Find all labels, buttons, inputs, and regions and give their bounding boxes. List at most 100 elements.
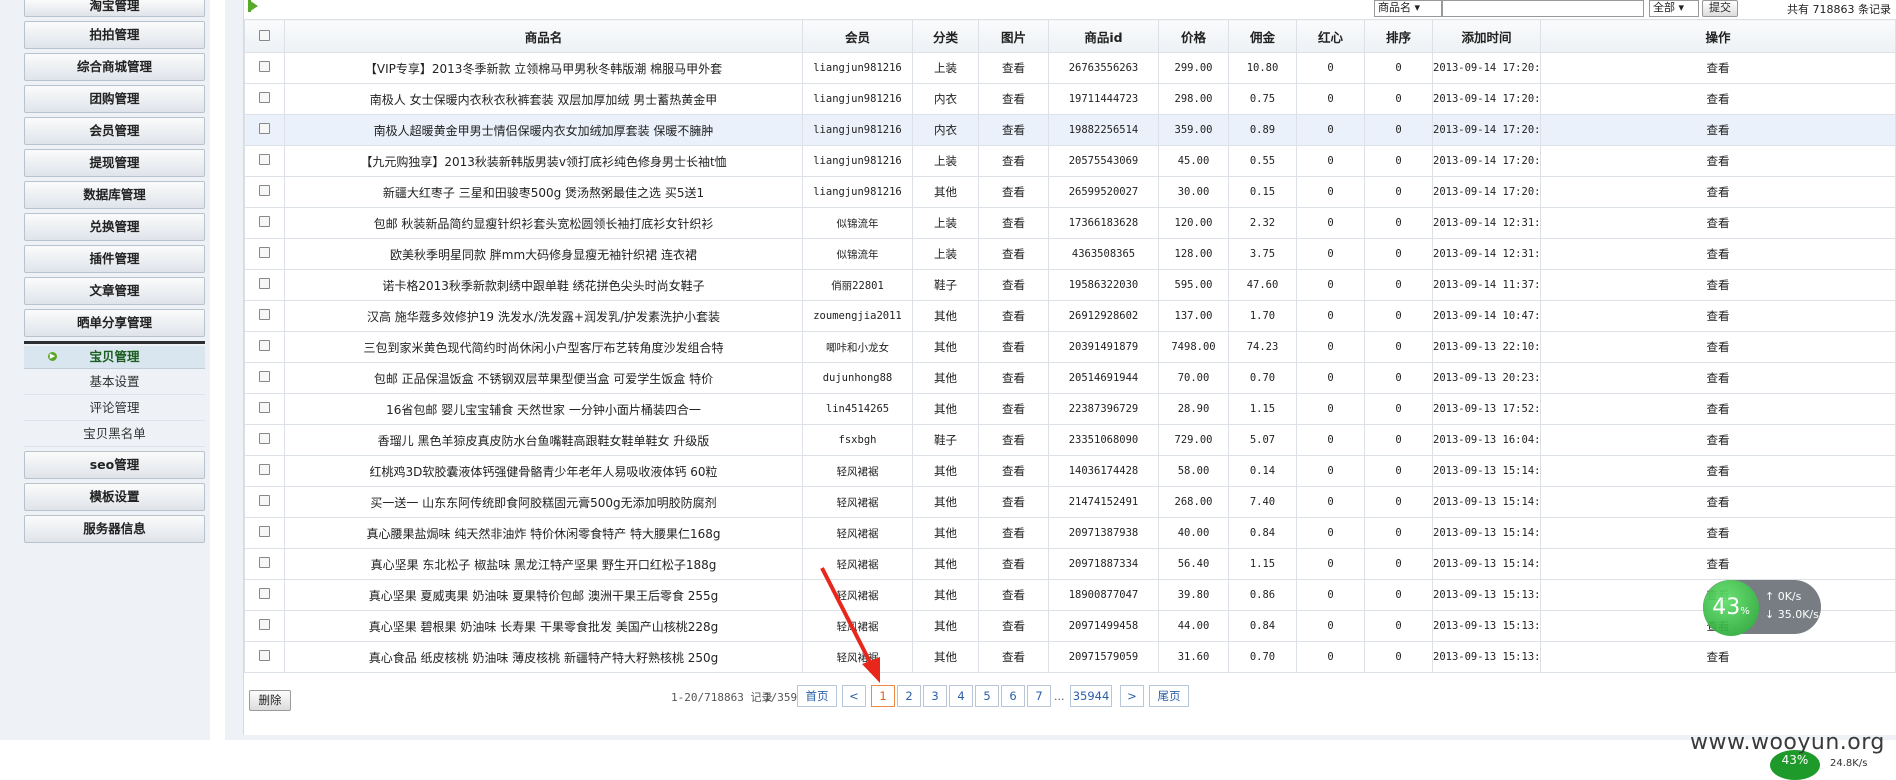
row-select-cell[interactable] [244, 362, 285, 394]
view-action-link[interactable]: 查看 [1540, 548, 1896, 580]
status-select[interactable]: 全部 ▾ [1649, 0, 1699, 17]
table-row[interactable]: 包邮 秋装新品简约显瘦针织衫套头宽松圆领长袖打底衫女针织衫 似锦流年 上装 查看 173… [244, 207, 1896, 239]
row-select-cell[interactable] [244, 207, 285, 239]
image-view-link[interactable]: 查看 [978, 331, 1049, 363]
sidebar-menu-item[interactable]: 插件管理 [24, 245, 205, 273]
sidebar-menu-item[interactable]: 数据库管理 [24, 181, 205, 209]
table-row[interactable]: 南极人 女士保暖内衣秋衣秋裤套装 双层加厚加绒 男士蓄热黄金甲 liangjun9… [244, 83, 1896, 115]
image-view-link[interactable]: 查看 [978, 362, 1049, 394]
view-action-link[interactable]: 查看 [1540, 83, 1896, 115]
image-view-link[interactable]: 查看 [978, 52, 1049, 84]
row-checkbox[interactable] [259, 495, 270, 506]
row-select-cell[interactable] [244, 300, 285, 332]
image-view-link[interactable]: 查看 [978, 83, 1049, 115]
row-checkbox[interactable] [259, 92, 270, 103]
image-view-link[interactable]: 查看 [978, 269, 1049, 301]
image-view-link[interactable]: 查看 [978, 548, 1049, 580]
row-checkbox[interactable] [259, 588, 270, 599]
sidebar-subitem[interactable]: 基本设置 [24, 369, 205, 395]
end-page-button[interactable]: 尾页 [1149, 685, 1189, 707]
sidebar-menu-item[interactable]: 淘宝管理 [24, 0, 205, 17]
row-checkbox[interactable] [259, 278, 270, 289]
row-select-cell[interactable] [244, 517, 285, 549]
view-action-link[interactable]: 查看 [1540, 641, 1896, 673]
view-action-link[interactable]: 查看 [1540, 114, 1896, 146]
row-checkbox[interactable] [259, 216, 270, 227]
row-select-cell[interactable] [244, 269, 285, 301]
view-action-link[interactable]: 查看 [1540, 300, 1896, 332]
row-checkbox[interactable] [259, 526, 270, 537]
image-view-link[interactable]: 查看 [978, 641, 1049, 673]
submit-button[interactable]: 提交 [1702, 0, 1738, 17]
row-checkbox[interactable] [259, 371, 270, 382]
row-checkbox[interactable] [259, 61, 270, 72]
table-row[interactable]: 买一送一 山东东阿传统即食阿胶糕固元膏500g无添加明胶防腐剂 轻风裙裾 其他 查看 2… [244, 486, 1896, 518]
view-action-link[interactable]: 查看 [1540, 331, 1896, 363]
image-view-link[interactable]: 查看 [978, 393, 1049, 425]
page-1-button[interactable]: 1 [871, 685, 895, 707]
row-checkbox[interactable] [259, 464, 270, 475]
row-checkbox[interactable] [259, 619, 270, 630]
row-checkbox[interactable] [259, 123, 270, 134]
sidebar-menu-item[interactable]: 服务器信息 [24, 515, 205, 543]
sidebar-menu-item[interactable]: 文章管理 [24, 277, 205, 305]
view-action-link[interactable]: 查看 [1540, 145, 1896, 177]
image-view-link[interactable]: 查看 [978, 114, 1049, 146]
table-row[interactable]: 【九元购独享】2013秋装新韩版男装v领打底衫纯色修身男士长袖t恤 liangju… [244, 145, 1896, 177]
row-checkbox[interactable] [259, 433, 270, 444]
table-row[interactable]: 真心坚果 夏威夷果 奶油味 夏果特价包邮 澳洲干果王后零食 255g 轻风裙裾 其他… [244, 579, 1896, 611]
view-action-link[interactable]: 查看 [1540, 52, 1896, 84]
view-action-link[interactable]: 查看 [1540, 362, 1896, 394]
sidebar-menu-item[interactable]: 拍拍管理 [24, 21, 205, 49]
image-view-link[interactable]: 查看 [978, 610, 1049, 642]
table-row[interactable]: 诺卡格2013秋季新款刺绣中跟单鞋 绣花拼色尖头时尚女鞋子 俏丽22801 鞋子 查看… [244, 269, 1896, 301]
row-select-cell[interactable] [244, 238, 285, 270]
sidebar-menu-item[interactable]: 团购管理 [24, 85, 205, 113]
image-view-link[interactable]: 查看 [978, 424, 1049, 456]
row-select-cell[interactable] [244, 83, 285, 115]
row-select-cell[interactable] [244, 610, 285, 642]
row-select-cell[interactable] [244, 548, 285, 580]
image-view-link[interactable]: 查看 [978, 207, 1049, 239]
page-5-button[interactable]: 5 [975, 685, 999, 707]
row-select-cell[interactable] [244, 486, 285, 518]
row-checkbox[interactable] [259, 309, 270, 320]
row-checkbox[interactable] [259, 402, 270, 413]
row-checkbox[interactable] [259, 557, 270, 568]
search-field-select[interactable]: 商品名 ▾ [1374, 0, 1442, 17]
first-page-button[interactable]: 首页 [797, 685, 837, 707]
sidebar-menu-item[interactable]: seo管理 [24, 451, 205, 479]
row-checkbox[interactable] [259, 154, 270, 165]
table-row[interactable]: 南极人超暖黄金甲男士情侣保暖内衣女加绒加厚套装 保暖不臃肿 liangjun981… [244, 114, 1896, 146]
row-select-cell[interactable] [244, 393, 285, 425]
page-3-button[interactable]: 3 [923, 685, 947, 707]
table-row[interactable]: 汉高 施华蔻多效修护19 洗发水/洗发露+润发乳/护发素洗护小套装 zoumeng… [244, 300, 1896, 332]
view-action-link[interactable]: 查看 [1540, 517, 1896, 549]
table-row[interactable]: 欧美秋季明星同款 胖mm大码修身显瘦无袖针织裙 连衣裙 似锦流年 上装 查看 43635… [244, 238, 1896, 270]
row-select-cell[interactable] [244, 579, 285, 611]
table-row[interactable]: 真心腰果盐焗味 纯天然非油炸 特价休闲零食特产 特大腰果仁168g 轻风裙裾 其他查… [244, 517, 1896, 549]
row-select-cell[interactable] [244, 114, 285, 146]
search-input[interactable] [1442, 0, 1644, 17]
table-row[interactable]: 三包到家米黄色现代简约时尚休闲小户型客厅布艺转角度沙发组合特 唧咔和小龙女 其他 查看… [244, 331, 1896, 363]
image-view-link[interactable]: 查看 [978, 176, 1049, 208]
table-row[interactable]: 真心坚果 东北松子 椒盐味 黑龙江特产坚果 野生开口红松子188g 轻风裙裾 其他查… [244, 548, 1896, 580]
row-select-cell[interactable] [244, 145, 285, 177]
table-row[interactable]: 16省包邮 婴儿宝宝辅食 天然世家 一分钟小面片桶装四合一 lin4514265 其… [244, 393, 1896, 425]
page-2-button[interactable]: 2 [897, 685, 921, 707]
view-action-link[interactable]: 查看 [1540, 424, 1896, 456]
next-page-button[interactable]: > [1120, 685, 1144, 707]
delete-button[interactable]: 删除 [249, 690, 291, 711]
select-all-header[interactable] [244, 19, 285, 53]
image-view-link[interactable]: 查看 [978, 145, 1049, 177]
sidebar-subitem-active[interactable]: ▶ 宝贝管理 [24, 346, 205, 369]
sidebar-menu-item[interactable]: 晒单分享管理 [24, 309, 205, 337]
row-select-cell[interactable] [244, 455, 285, 487]
sidebar-menu-item[interactable]: 会员管理 [24, 117, 205, 145]
sidebar-menu-item[interactable]: 模板设置 [24, 483, 205, 511]
row-checkbox[interactable] [259, 650, 270, 661]
table-row[interactable]: 香瑠儿 黑色羊猄皮真皮防水台鱼嘴鞋高跟鞋女鞋单鞋女 升级版 fsxbgh 鞋子 查看 2… [244, 424, 1896, 456]
row-select-cell[interactable] [244, 52, 285, 84]
image-view-link[interactable]: 查看 [978, 486, 1049, 518]
row-checkbox[interactable] [259, 185, 270, 196]
